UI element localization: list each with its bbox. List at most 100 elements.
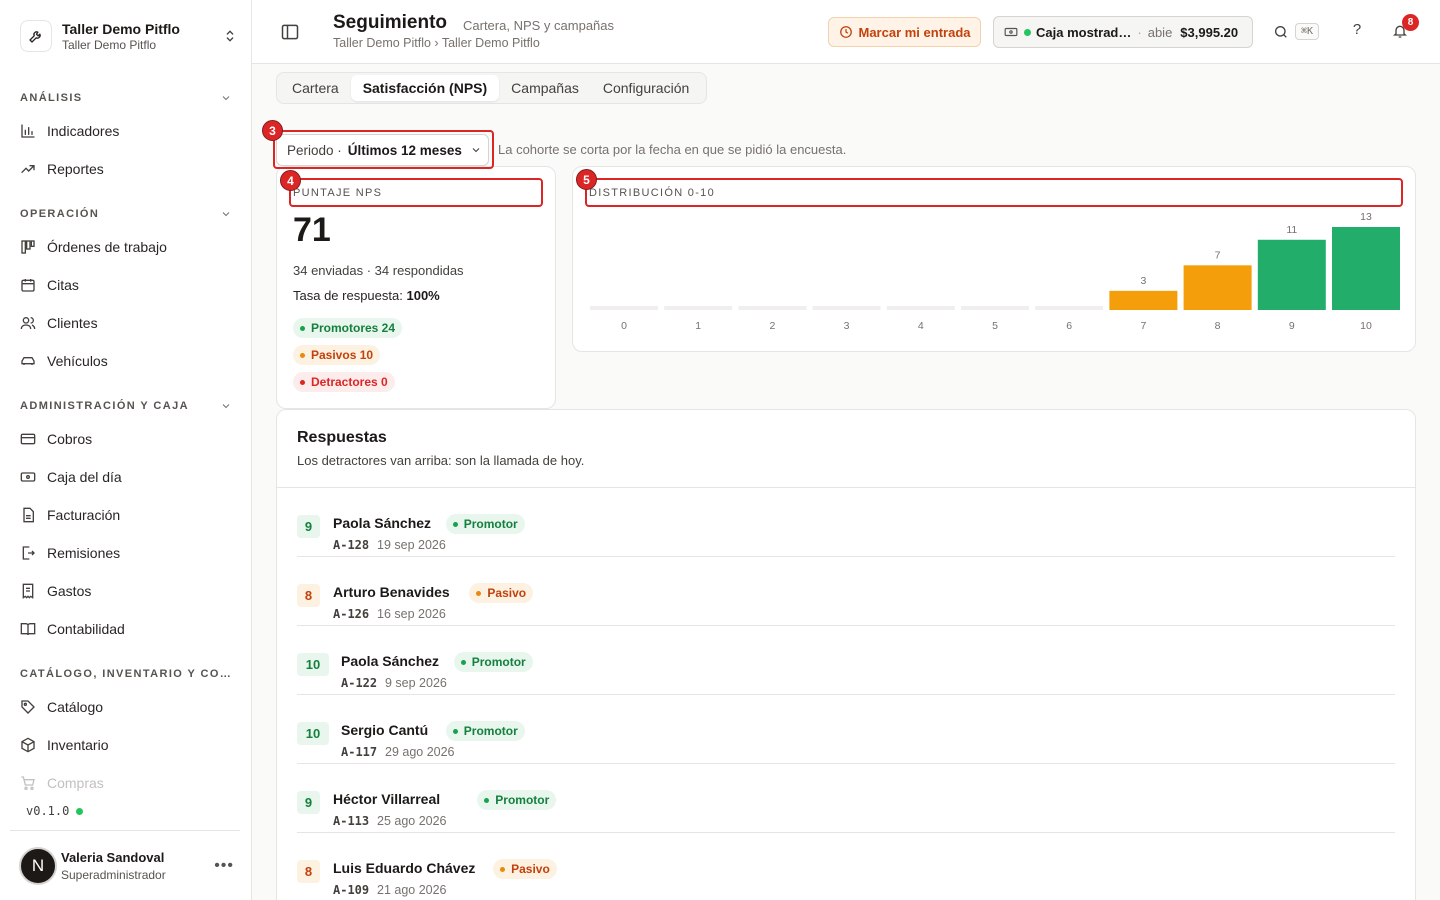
- workspace-subtitle: Taller Demo Pitflo: [62, 37, 157, 52]
- bar-score-8: [1183, 265, 1252, 310]
- cash-register-name: Caja mostrad…: [1036, 24, 1132, 40]
- sidebar-toggle-icon[interactable]: [280, 22, 300, 42]
- banknote-icon: [1004, 27, 1018, 37]
- sidebar-item-clientes[interactable]: Clientes: [20, 308, 232, 338]
- response-category-badge: Promotor: [453, 652, 533, 672]
- response-row[interactable]: 9 Paola Sánchez Promotor A-128 19 sep 2026: [297, 488, 1395, 557]
- section-administracion[interactable]: ADMINISTRACIÓN Y CAJA: [20, 399, 232, 413]
- sidebar-item-compras[interactable]: Compras: [20, 768, 232, 798]
- sidebar-item-gastos[interactable]: Gastos: [20, 576, 232, 606]
- response-customer-name[interactable]: Sergio Cantú: [341, 722, 428, 738]
- help-icon[interactable]: ?: [1349, 21, 1365, 38]
- sidebar-item-facturacion[interactable]: Facturación: [20, 500, 232, 530]
- response-order-code[interactable]: A-126: [333, 607, 369, 621]
- sidebar-item-cobros[interactable]: Cobros: [20, 424, 232, 454]
- clock-in-button[interactable]: Marcar mi entrada: [828, 17, 981, 47]
- response-customer-name[interactable]: Arturo Benavides: [333, 584, 450, 600]
- sidebar-item-ordenes[interactable]: Órdenes de trabajo: [20, 232, 232, 262]
- more-horizontal-icon[interactable]: •••: [214, 857, 234, 875]
- wrench-icon: [20, 20, 52, 52]
- workspace-switcher[interactable]: Taller Demo Pitflo Taller Demo Pitflo: [20, 18, 238, 54]
- section-analisis[interactable]: ANÁLISIS: [20, 91, 232, 105]
- response-category-badge: Pasivo: [493, 859, 557, 879]
- breadcrumb[interactable]: Taller Demo Pitflo › Taller Demo Pitflo: [333, 36, 540, 50]
- response-score: 10: [297, 653, 329, 676]
- page-subtitle: Cartera, NPS y campañas: [463, 18, 615, 33]
- car-icon: [21, 357, 35, 365]
- sidebar-item-remisiones[interactable]: Remisiones: [20, 538, 232, 568]
- response-order-code[interactable]: A-128: [333, 538, 369, 552]
- sidebar-item-indicadores[interactable]: Indicadores: [20, 116, 232, 146]
- responses-subtitle: Los detractores van arriba: son la llama…: [297, 453, 585, 468]
- response-customer-name[interactable]: Paola Sánchez: [333, 515, 431, 531]
- workspace-name: Taller Demo Pitflo: [62, 20, 180, 37]
- response-date: 19 sep 2026: [377, 538, 446, 552]
- sidebar-item-citas[interactable]: Citas: [20, 270, 232, 300]
- sidebar-item-inventario[interactable]: Inventario: [20, 730, 232, 760]
- notification-badge: 8: [1402, 14, 1419, 31]
- cash-register-selector[interactable]: Caja mostrad… · abie $3,995.20: [993, 16, 1253, 48]
- bar-score-6: [1035, 306, 1104, 310]
- response-date: 21 ago 2026: [377, 883, 447, 897]
- response-customer-name[interactable]: Luis Eduardo Chávez: [333, 860, 475, 876]
- annotation-marker-3: 3: [262, 120, 283, 141]
- cash-register-amount: $3,995.20: [1180, 24, 1239, 40]
- tabs: Cartera Satisfacción (NPS) Campañas Conf…: [276, 72, 707, 104]
- response-category-badge: Promotor: [445, 721, 525, 741]
- x-tick-label: 7: [1140, 320, 1146, 332]
- bar-value-label: 3: [1140, 275, 1146, 287]
- section-catalogo[interactable]: CATÁLOGO, INVENTARIO Y CO…: [20, 667, 232, 681]
- bar-value-label: 11: [1286, 224, 1297, 236]
- tab-configuracion[interactable]: Configuración: [591, 75, 701, 101]
- tab-cartera[interactable]: Cartera: [280, 75, 351, 101]
- file-text-icon: [23, 507, 34, 523]
- response-row[interactable]: 10 Sergio Cantú Promotor A-117 29 ago 2026: [297, 695, 1395, 764]
- bar-value-label: 13: [1360, 211, 1372, 223]
- response-order-code[interactable]: A-113: [333, 814, 369, 828]
- sidebar: Taller Demo Pitflo Taller Demo Pitflo AN…: [0, 0, 252, 900]
- x-tick-label: 3: [844, 320, 850, 332]
- search-icon[interactable]: [1273, 24, 1289, 40]
- response-customer-name[interactable]: Héctor Villarreal: [333, 791, 440, 807]
- response-row[interactable]: 8 Arturo Benavides Pasivo A-126 16 sep 2026: [297, 557, 1395, 626]
- response-row[interactable]: 8 Luis Eduardo Chávez Pasivo A-109 21 ago 20…: [297, 833, 1395, 900]
- passives-pill: Pasivos 10: [293, 345, 381, 365]
- response-date: 25 ago 2026: [377, 814, 447, 828]
- search-shortcut: ⌘K: [1295, 23, 1319, 40]
- x-tick-label: 4: [918, 320, 924, 332]
- sidebar-item-vehiculos[interactable]: Vehículos: [20, 346, 232, 376]
- response-row[interactable]: 10 Paola Sánchez Promotor A-122 9 sep 2026: [297, 626, 1395, 695]
- x-tick-label: 6: [1066, 320, 1072, 332]
- response-order-code[interactable]: A-122: [341, 676, 377, 690]
- bar-score-7: [1109, 290, 1178, 310]
- banknote-icon: [20, 472, 36, 482]
- tab-satisfaccion[interactable]: Satisfacción (NPS): [350, 75, 500, 101]
- cash-status-dot: [1024, 28, 1031, 36]
- sidebar-item-catalogo[interactable]: Catálogo: [20, 692, 232, 722]
- calendar-icon: [21, 279, 35, 292]
- user-role: Superadministrador: [61, 867, 166, 882]
- sidebar-item-reportes[interactable]: Reportes: [20, 154, 232, 184]
- response-customer-name[interactable]: Paola Sánchez: [341, 653, 439, 669]
- bar-value-label: 7: [1215, 249, 1221, 261]
- bar-score-2: [738, 306, 807, 310]
- tab-campanas[interactable]: Campañas: [499, 75, 591, 101]
- kanban-icon: [21, 240, 35, 254]
- package-icon: [21, 737, 35, 753]
- response-row[interactable]: 9 Héctor Villarreal Promotor A-113 25 ago 20…: [297, 764, 1395, 833]
- section-operacion[interactable]: OPERACIÓN: [20, 207, 232, 221]
- response-category-badge: Promotor: [445, 514, 525, 534]
- annotation-box-period: [273, 130, 494, 169]
- annotation-marker-4: 4: [280, 170, 301, 191]
- annotation-box-distribution-label: [585, 178, 1403, 207]
- sidebar-item-caja[interactable]: Caja del día: [20, 462, 232, 492]
- bar-score-10: [1332, 227, 1400, 310]
- response-category-badge: Pasivo: [469, 583, 534, 603]
- response-order-code[interactable]: A-117: [341, 745, 377, 759]
- user-menu[interactable]: N Valeria Sandoval Superadministrador ••…: [10, 830, 240, 900]
- sidebar-item-contabilidad[interactable]: Contabilidad: [20, 614, 232, 644]
- response-score: 10: [297, 722, 329, 745]
- bar-chart-icon: [21, 124, 35, 138]
- chevron-down-icon: [222, 404, 230, 409]
- response-order-code[interactable]: A-109: [333, 883, 369, 897]
